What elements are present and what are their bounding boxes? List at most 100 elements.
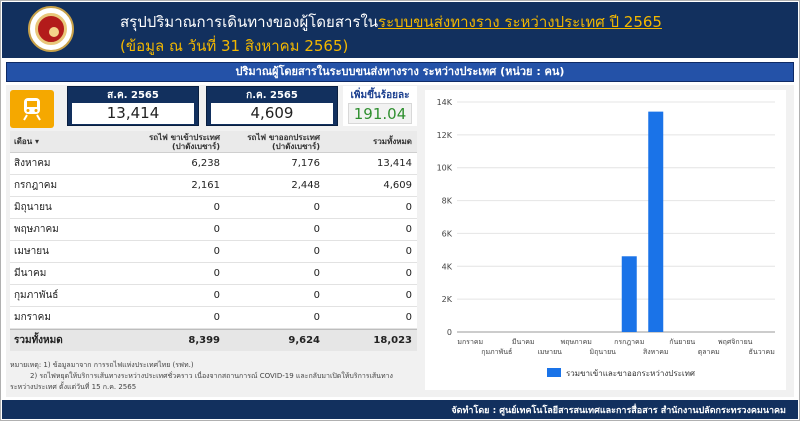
row-total: 13,414 xyxy=(377,158,412,169)
train-icon-box xyxy=(10,90,54,128)
x-tick-label: พฤศจิกายน xyxy=(718,338,753,346)
row-month: กุมภาพันธ์ xyxy=(14,290,59,301)
kpi-current-label: ส.ค. 2565 xyxy=(107,90,159,101)
footnote-line-2: 2) รถไฟหยุดให้บริการเส้นทางระหว่างประเทศ… xyxy=(30,372,393,380)
x-tick-label: ธันวาคม xyxy=(749,348,775,356)
table-row: พฤษภาคม 0 0 0 xyxy=(10,219,417,241)
row-outbound: 0 xyxy=(313,202,320,213)
x-tick-label: ตุลาคม xyxy=(698,348,720,356)
footer: จัดทำโดย : ศูนย์เทคโนโลยีสารสนเทศและการส… xyxy=(2,400,798,419)
row-outbound: 2,448 xyxy=(291,180,320,191)
row-outbound: 0 xyxy=(313,290,320,301)
total-outbound: 9,624 xyxy=(288,335,320,346)
row-outbound: 0 xyxy=(313,246,320,257)
row-total: 0 xyxy=(405,246,412,257)
total-label: รวมทั้งหมด xyxy=(14,335,63,346)
page-title: สรุปปริมาณการเดินทางของผู้โดยสารในระบบขน… xyxy=(120,10,662,34)
footnote: หมายเหตุ: 1) ข้อมูลมาจาก การรถไฟแห่งประเ… xyxy=(10,360,420,393)
row-total: 4,609 xyxy=(383,180,412,191)
passenger-bar-chart: 0 2K 4K 6K 8K 10K 12K 14K มกราคม กุมภาพันธ์ มีนาคม… xyxy=(425,90,786,390)
row-inbound: 0 xyxy=(213,202,220,213)
table-row: กุมภาพันธ์ 0 0 0 xyxy=(10,285,417,307)
row-outbound: 0 xyxy=(313,312,320,323)
kpi-current-value: 13,414 xyxy=(72,103,194,124)
header: สรุปปริมาณการเดินทางของผู้โดยสารในระบบขน… xyxy=(2,2,798,58)
row-total: 0 xyxy=(405,290,412,301)
page-subtitle: (ข้อมูล ณ วันที่ 31 สิงหาคม 2565) xyxy=(120,37,349,55)
header-total[interactable]: รวมทั้งหมด xyxy=(320,133,412,151)
kpi-increase: เพิ่มขึ้นร้อยละ 191.04 xyxy=(343,86,417,126)
row-inbound: 2,161 xyxy=(191,180,220,191)
x-tick-label: มิถุนายน xyxy=(590,348,617,356)
title-prefix: สรุปปริมาณการเดินทางของผู้โดยสารใน xyxy=(120,13,379,31)
row-inbound: 0 xyxy=(213,268,220,279)
row-inbound: 0 xyxy=(213,224,220,235)
kpi-current-month: ส.ค. 2565 13,414 xyxy=(67,86,199,126)
row-inbound: 0 xyxy=(213,246,220,257)
x-tick-label: กรกฎาคม xyxy=(614,338,644,346)
row-month: มกราคม xyxy=(14,312,51,323)
legend-label: รวมขาเข้าและขาออกระหว่างประเทศ xyxy=(566,369,695,378)
y-tick-label: 12K xyxy=(437,131,453,140)
row-inbound: 0 xyxy=(213,290,220,301)
y-tick-label: 10K xyxy=(437,164,453,173)
table-body: สิงหาคม 6,238 7,176 13,414 กรกฎาคม 2,161 2,448… xyxy=(10,153,417,329)
header-inbound[interactable]: รถไฟ ขาเข้าประเทศ (ปาดังเบซาร์) xyxy=(120,133,220,151)
row-outbound: 0 xyxy=(313,224,320,235)
row-outbound: 7,176 xyxy=(291,158,320,169)
chart-svg: 0 2K 4K 6K 8K 10K 12K 14K มกราคมกุมภาพันธ์มีนาคม… xyxy=(437,98,775,378)
kpi-previous-value: 4,609 xyxy=(211,103,333,124)
row-total: 0 xyxy=(405,312,412,323)
row-total: 0 xyxy=(405,268,412,279)
table-row: มกราคม 0 0 0 xyxy=(10,307,417,329)
bar xyxy=(621,256,637,332)
x-tick-label: เมษายน xyxy=(538,348,563,356)
header-outbound[interactable]: รถไฟ ขาออกประเทศ (ปาดังเบซาร์) xyxy=(220,133,320,151)
table-total-row: รวมทั้งหมด 8,399 9,624 18,023 xyxy=(10,329,417,351)
total-inbound: 8,399 xyxy=(188,335,220,346)
kpi-previous-month: ก.ค. 2565 4,609 xyxy=(206,86,338,126)
y-tick-label: 6K xyxy=(442,229,453,238)
section-banner: ปริมาณผู้โดยสารในระบบขนส่งทางราง ระหว่าง… xyxy=(6,62,794,82)
x-tick-label: กุมภาพันธ์ xyxy=(481,348,512,356)
y-tick-label: 8K xyxy=(442,197,453,206)
row-month: เมษายน xyxy=(14,246,49,257)
y-tick-label: 0 xyxy=(447,328,452,337)
table-row: เมษายน 0 0 0 xyxy=(10,241,417,263)
table-header-row: เดือน ▾ รถไฟ ขาเข้าประเทศ (ปาดังเบซาร์) … xyxy=(10,131,417,153)
kpi-increase-label: เพิ่มขึ้นร้อยละ xyxy=(350,90,410,101)
total-all: 18,023 xyxy=(373,335,412,346)
y-tick-label: 2K xyxy=(442,295,453,304)
kpi-previous-label: ก.ค. 2565 xyxy=(246,90,298,101)
passenger-table: เดือน ▾ รถไฟ ขาเข้าประเทศ (ปาดังเบซาร์) … xyxy=(10,131,417,351)
x-tick-label: สิงหาคม xyxy=(643,348,669,356)
row-month: กรกฎาคม xyxy=(14,180,58,191)
row-month: สิงหาคม xyxy=(14,158,51,169)
row-total: 0 xyxy=(405,224,412,235)
y-tick-label: 14K xyxy=(437,98,453,107)
header-month-sort[interactable]: เดือน ▾ xyxy=(14,133,114,151)
row-month: มีนาคม xyxy=(14,268,47,279)
legend-swatch xyxy=(547,368,561,377)
table-row: สิงหาคม 6,238 7,176 13,414 xyxy=(10,153,417,175)
row-month: พฤษภาคม xyxy=(14,224,59,235)
footnote-line-3: ระหว่างประเทศ ตั้งแต่วันที่ 15 ก.ค. 2565 xyxy=(10,383,137,391)
x-tick-label: มกราคม xyxy=(457,338,483,346)
x-tick-label: พฤษภาคม xyxy=(561,338,592,346)
title-highlight-link[interactable]: ระบบขนส่งทางราง ระหว่างประเทศ ปี 2565 xyxy=(378,13,662,31)
ministry-logo xyxy=(28,6,74,52)
row-inbound: 6,238 xyxy=(191,158,220,169)
row-total: 0 xyxy=(405,202,412,213)
train-icon xyxy=(23,98,41,121)
table-row: มิถุนายน 0 0 0 xyxy=(10,197,417,219)
bar xyxy=(648,111,664,333)
row-outbound: 0 xyxy=(313,268,320,279)
y-tick-label: 4K xyxy=(442,262,453,271)
footnote-line-1: หมายเหตุ: 1) ข้อมูลมาจาก การรถไฟแห่งประเ… xyxy=(10,361,194,369)
row-month: มิถุนายน xyxy=(14,202,52,213)
table-row: มีนาคม 0 0 0 xyxy=(10,263,417,285)
footer-credit: จัดทำโดย : ศูนย์เทคโนโลยีสารสนเทศและการส… xyxy=(451,406,786,416)
kpi-increase-value: 191.04 xyxy=(348,103,412,124)
row-inbound: 0 xyxy=(213,312,220,323)
table-row: กรกฎาคม 2,161 2,448 4,609 xyxy=(10,175,417,197)
